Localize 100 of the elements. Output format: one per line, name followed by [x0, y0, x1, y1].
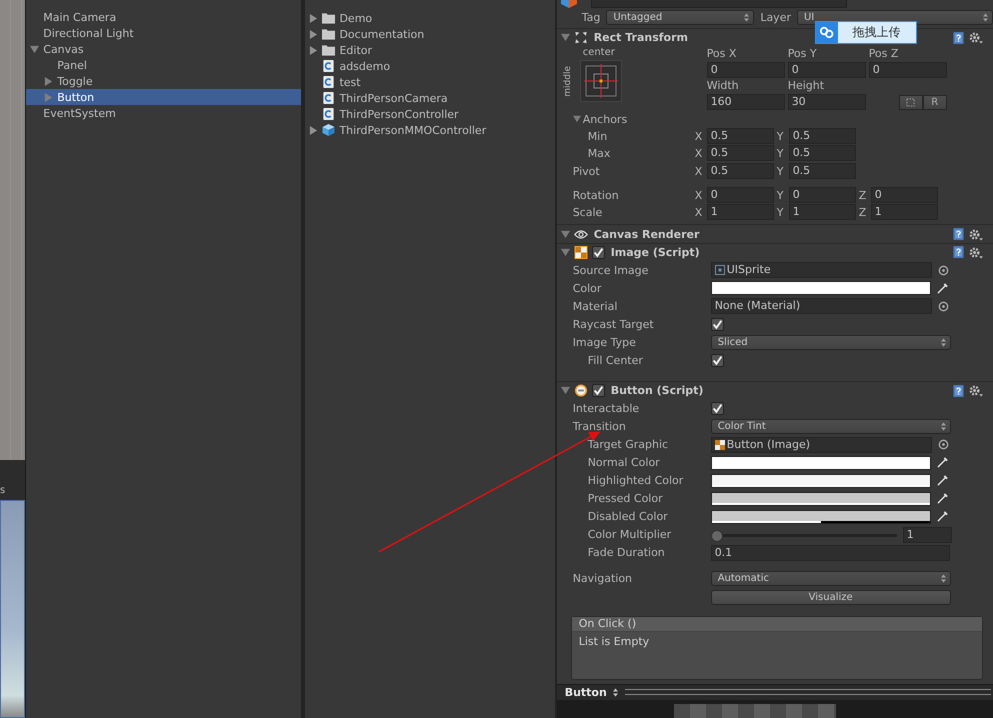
component-header[interactable]: Canvas Renderer: [556, 224, 993, 243]
object-field[interactable]: None (Material): [710, 298, 932, 314]
checkbox[interactable]: [710, 354, 724, 367]
anchor-preset-icon[interactable]: [580, 60, 622, 102]
number-field[interactable]: 160: [706, 94, 785, 110]
slider[interactable]: [710, 528, 897, 541]
color-swatch[interactable]: [710, 281, 931, 296]
help-book-icon[interactable]: [952, 32, 964, 44]
number-field[interactable]: 0: [870, 187, 938, 204]
project-item[interactable]: ThirdPersonController: [309, 106, 555, 122]
number-field[interactable]: 0: [706, 62, 785, 78]
number-field[interactable]: 0: [788, 62, 866, 78]
number-field[interactable]: 0.5: [706, 145, 774, 162]
enabled-checkbox[interactable]: [592, 384, 605, 398]
project-item[interactable]: Editor: [309, 42, 555, 58]
foldout-triangle-icon[interactable]: [30, 44, 40, 54]
axis-label: X: [694, 164, 704, 178]
folder-icon: [322, 44, 336, 56]
help-book-icon[interactable]: [952, 384, 964, 397]
number-field[interactable]: 0.1: [710, 544, 950, 561]
foldout-triangle-icon[interactable]: [560, 230, 570, 239]
project-item[interactable]: Documentation: [309, 26, 555, 42]
blueprint-mode-button[interactable]: [898, 94, 923, 110]
project-item[interactable]: Demo: [309, 10, 555, 26]
preview-dropdown[interactable]: Button: [556, 686, 625, 699]
project-item[interactable]: adsdemo: [309, 58, 555, 74]
tag-dropdown[interactable]: Untagged: [606, 10, 754, 25]
upload-toast[interactable]: 拖拽上传: [814, 21, 917, 44]
dropdown[interactable]: Color Tint: [710, 419, 951, 434]
property-label: Color Multiplier: [586, 528, 672, 542]
help-book-icon[interactable]: [952, 228, 964, 240]
number-field[interactable]: 1: [902, 526, 952, 543]
dropdown-arrows-icon: [982, 13, 988, 22]
object-field[interactable]: Button (Image): [710, 436, 932, 453]
number-field[interactable]: 30: [788, 94, 866, 110]
checkbox[interactable]: [710, 402, 724, 416]
eyedropper-icon[interactable]: [936, 457, 948, 468]
number-field[interactable]: 0: [706, 187, 774, 204]
object-field[interactable]: UISprite: [710, 262, 932, 278]
foldout-triangle-icon[interactable]: [572, 115, 581, 124]
property-label: Fill Center: [586, 354, 644, 367]
raw-edit-button[interactable]: R: [922, 94, 947, 110]
axis-label: Y: [776, 188, 784, 202]
color-swatch[interactable]: [710, 510, 931, 524]
component-header[interactable]: Image (Script): [556, 242, 993, 262]
color-swatch[interactable]: [710, 492, 931, 506]
foldout-triangle-icon[interactable]: [309, 14, 318, 22]
foldout-triangle-icon[interactable]: [309, 46, 318, 54]
color-swatch[interactable]: [710, 474, 931, 488]
property-label: Fade Duration: [586, 546, 666, 560]
dropdown[interactable]: Automatic: [710, 571, 951, 586]
object-picker-icon[interactable]: [938, 264, 949, 276]
hierarchy-item[interactable]: Main Camera: [26, 9, 302, 25]
hierarchy-item[interactable]: Directional Light: [26, 25, 302, 41]
number-field[interactable]: 1: [706, 204, 774, 220]
hierarchy-item[interactable]: Button: [26, 89, 302, 105]
number-field[interactable]: 0: [788, 187, 856, 204]
settings-icon[interactable]: [968, 246, 983, 259]
project-item[interactable]: test: [309, 74, 555, 90]
dropdown[interactable]: Sliced: [710, 334, 951, 350]
slider-thumb[interactable]: [710, 530, 723, 542]
eyedropper-icon[interactable]: [936, 282, 948, 294]
project-item[interactable]: ThirdPersonMMOController: [309, 122, 555, 138]
help-book-icon[interactable]: [952, 246, 964, 258]
property-label: Transition: [572, 420, 627, 434]
number-field[interactable]: 0.5: [788, 163, 856, 180]
number-field[interactable]: 0: [868, 62, 947, 78]
number-field[interactable]: 1: [788, 204, 856, 220]
visualize-button[interactable]: Visualize: [710, 590, 951, 606]
object-picker-icon[interactable]: [938, 439, 949, 450]
color-swatch[interactable]: [710, 456, 931, 470]
enabled-checkbox[interactable]: [592, 246, 605, 259]
hierarchy-item[interactable]: EventSystem: [26, 105, 302, 121]
hierarchy-item[interactable]: Panel: [26, 57, 302, 73]
hierarchy-item[interactable]: Toggle: [26, 73, 302, 89]
number-field[interactable]: 0.5: [788, 128, 856, 144]
foldout-triangle-icon[interactable]: [560, 248, 570, 257]
eyedropper-icon[interactable]: [936, 475, 948, 486]
foldout-triangle-icon[interactable]: [44, 76, 54, 86]
settings-icon[interactable]: [968, 228, 983, 241]
settings-icon[interactable]: [968, 31, 983, 44]
foldout-triangle-icon[interactable]: [309, 126, 318, 134]
foldout-triangle-icon[interactable]: [560, 386, 570, 396]
property-label: Scale: [572, 206, 604, 219]
settings-icon[interactable]: [968, 384, 983, 398]
eyedropper-icon[interactable]: [936, 493, 948, 504]
eyedropper-icon[interactable]: [936, 511, 948, 522]
checkbox[interactable]: [710, 318, 724, 331]
foldout-triangle-icon[interactable]: [309, 30, 318, 38]
folder-icon: [322, 28, 336, 40]
hierarchy-item[interactable]: Canvas: [26, 41, 302, 57]
property-label: Anchors: [556, 112, 695, 126]
number-field[interactable]: 0.5: [706, 128, 774, 144]
component-header[interactable]: Button (Script): [556, 381, 993, 400]
foldout-triangle-icon[interactable]: [560, 33, 570, 42]
number-field[interactable]: 0.5: [706, 163, 774, 180]
number-field[interactable]: 1: [870, 204, 938, 220]
project-item[interactable]: ThirdPersonCamera: [309, 90, 555, 106]
number-field[interactable]: 0.5: [788, 145, 856, 162]
object-picker-icon[interactable]: [938, 300, 949, 312]
